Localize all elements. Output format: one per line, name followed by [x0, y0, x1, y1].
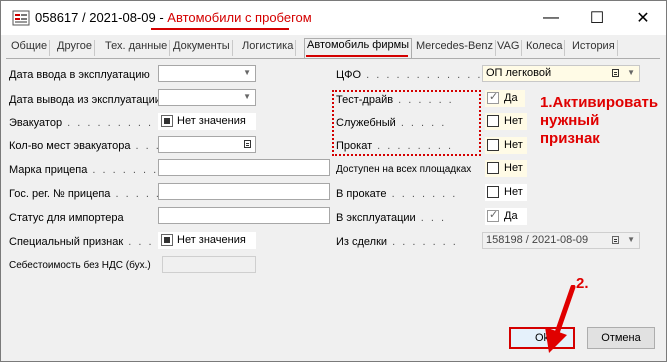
date-out-select[interactable]: ▼: [158, 89, 256, 106]
checkbox-unchecked: [487, 186, 499, 198]
step1-annotation: 1.Активировать нужный признак: [540, 94, 659, 147]
tab-tech-data[interactable]: Тех. данные: [103, 40, 171, 56]
title-underline-annotation: [151, 28, 289, 30]
date-in-label: Дата ввода в эксплуатацию: [9, 69, 150, 81]
maximize-button[interactable]: ☐: [574, 1, 620, 34]
evac-seats-input[interactable]: [158, 136, 256, 153]
in-rental-label: В прокате . . . . . . .: [336, 188, 458, 200]
all-sites-checkbox[interactable]: Нет: [485, 160, 527, 177]
lookup-icon: [612, 236, 619, 244]
lookup-icon[interactable]: [612, 69, 619, 77]
tab-history[interactable]: История: [570, 40, 618, 56]
checkbox-indeterminate: [161, 234, 173, 246]
deal-label: Из сделки . . . . . . .: [336, 236, 458, 248]
tab-documents[interactable]: Документы: [171, 40, 233, 56]
rental-checkbox[interactable]: Нет: [485, 137, 527, 154]
evacuator-value: Нет значения: [177, 115, 246, 127]
app-form-icon: [12, 10, 30, 26]
rental-value: Нет: [504, 139, 523, 151]
special-checkbox[interactable]: Нет значения: [158, 232, 256, 249]
all-sites-label: Доступен на всех площадках: [336, 164, 472, 175]
calculator-icon: [244, 140, 251, 148]
service-value: Нет: [504, 115, 523, 127]
checkbox-checked: ✓: [487, 209, 499, 222]
check-mark-icon: ✓: [489, 91, 499, 103]
in-operation-label: В эксплуатации . . .: [336, 212, 447, 224]
highlight-box-annotation: [332, 90, 481, 156]
cfo-value: ОП легковой: [486, 67, 552, 79]
checkbox-unchecked: [487, 115, 499, 127]
tab-mercedes-benz[interactable]: Mercedes-Benz: [414, 40, 497, 56]
checkbox-checked: ✓: [487, 91, 499, 104]
in-operation-checkbox[interactable]: ✓ Да: [485, 208, 527, 225]
tab-wheels[interactable]: Колеса: [524, 40, 566, 56]
date-in-select[interactable]: ▼: [158, 65, 256, 82]
tab-logistics[interactable]: Логистика: [240, 40, 297, 56]
red-arrow-annotation: [545, 285, 576, 353]
test-drive-checkbox[interactable]: ✓ Да: [485, 90, 525, 107]
trailer-reg-input[interactable]: [158, 183, 330, 200]
chevron-down-icon: ▼: [243, 92, 251, 101]
checkbox-unchecked: [487, 162, 499, 174]
tab-vag[interactable]: VAG: [495, 40, 523, 56]
tab-general[interactable]: Общие: [9, 40, 51, 56]
close-button[interactable]: ✕: [620, 1, 666, 34]
service-checkbox[interactable]: Нет: [485, 113, 527, 130]
in-rental-checkbox[interactable]: Нет: [485, 184, 527, 201]
title-bar: 058617 / 2021-08-09 - Автомобили с пробе…: [1, 1, 666, 35]
cost-label: Себестоимость без НДС (бух.): [9, 260, 151, 271]
chevron-down-icon: ▼: [243, 68, 251, 77]
evacuator-checkbox[interactable]: Нет значения: [158, 113, 256, 130]
dialog-window: 058617 / 2021-08-09 - Автомобили с пробе…: [0, 0, 667, 362]
title-highlight: Автомобили с пробегом: [167, 10, 312, 25]
in-operation-value: Да: [504, 210, 518, 222]
in-rental-value: Нет: [504, 186, 523, 198]
check-mark-icon: ✓: [489, 209, 499, 221]
checkbox-indeterminate: [161, 115, 173, 127]
minimize-button[interactable]: —: [528, 1, 574, 34]
cancel-button[interactable]: Отмена: [587, 327, 655, 349]
deal-field: 158198 / 2021-08-09 ▼: [482, 232, 640, 249]
tab-other[interactable]: Другое: [55, 40, 95, 56]
cfo-field[interactable]: ОП легковой ▼: [482, 65, 640, 82]
date-out-label: Дата вывода из эксплуатации: [9, 94, 161, 106]
window-title: 058617 / 2021-08-09 - Автомобили с пробе…: [35, 10, 312, 25]
importer-status-input[interactable]: [158, 207, 330, 224]
title-prefix: 058617 / 2021-08-09 -: [35, 10, 168, 25]
trailer-brand-input[interactable]: [158, 159, 330, 176]
test-drive-value: Да: [504, 92, 518, 104]
cost-input: [162, 256, 256, 273]
tab-underline-annotation: [306, 55, 408, 57]
importer-status-label: Статус для импортера: [9, 212, 124, 224]
all-sites-value: Нет: [504, 162, 523, 174]
trailer-reg-label: Гос. рег. № прицепа . . . . . . .: [9, 188, 182, 200]
chevron-down-icon[interactable]: ▼: [627, 68, 635, 77]
evac-seats-label: Кол-во мест эвакуатора . . . . .: [9, 140, 182, 152]
chevron-down-icon: ▼: [627, 235, 635, 244]
checkbox-unchecked: [487, 139, 499, 151]
deal-value: 158198 / 2021-08-09: [486, 234, 589, 246]
special-value: Нет значения: [177, 234, 246, 246]
